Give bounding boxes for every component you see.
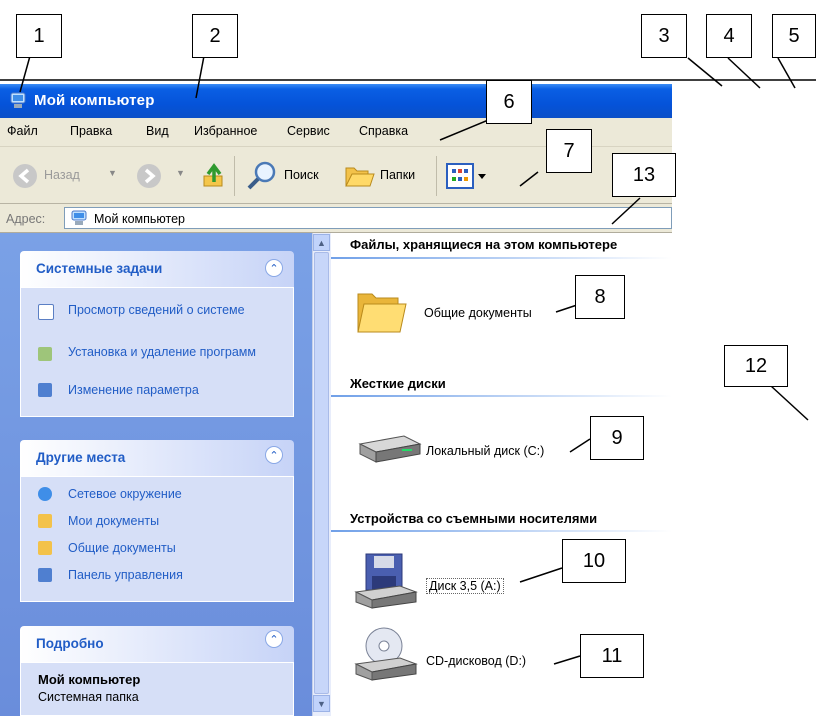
callout-3: 3 — [641, 14, 687, 58]
group-divider — [331, 257, 672, 259]
collapse-icon[interactable]: ⌃ — [265, 446, 283, 464]
group-divider — [331, 530, 672, 532]
address-value: Мой компьютер — [94, 212, 185, 226]
link-network[interactable]: Сетевое окружение — [68, 486, 182, 502]
link-my-documents[interactable]: Мои документы — [68, 513, 159, 529]
callout-7: 7 — [546, 129, 592, 173]
back-button[interactable]: Назад ▼ — [12, 162, 130, 190]
search-label: Поиск — [284, 168, 319, 182]
other-places-title: Другие места — [36, 450, 126, 465]
callout-6: 6 — [486, 80, 532, 124]
callout-8: 8 — [575, 275, 625, 319]
link-system-info[interactable]: Просмотр сведений о системе — [68, 302, 268, 318]
cd-drive-label: CD-дисковод (D:) — [426, 654, 527, 668]
folders-label: Папки — [380, 168, 416, 182]
local-disk-label: Локальный диск (C:) — [426, 444, 545, 458]
link-shared-documents[interactable]: Общие документы — [68, 540, 176, 556]
callout-2: 2 — [192, 14, 238, 58]
callout-11: 11 — [580, 634, 644, 678]
search-icon — [247, 161, 276, 190]
details-panel — [20, 662, 294, 716]
callout-10: 10 — [562, 539, 626, 583]
control-panel-icon — [38, 568, 52, 582]
group-title-hard-disks: Жесткие диски — [350, 376, 446, 391]
add-remove-icon — [38, 347, 52, 361]
floppy-drive-icon — [354, 553, 418, 609]
callout-13: 13 — [612, 153, 676, 197]
up-folder-icon — [203, 163, 223, 187]
scroll-up-button[interactable]: ▲ — [313, 234, 330, 251]
callout-5: 5 — [772, 14, 816, 58]
folder-icon — [357, 293, 407, 333]
group-title-removable: Устройства со съемными носителями — [350, 511, 598, 526]
callout-4: 4 — [706, 14, 752, 58]
system-tasks-title: Системные задачи — [36, 261, 163, 276]
menu-edit[interactable]: Правка — [70, 124, 112, 138]
address-label: Адрес: — [6, 212, 46, 226]
details-name: Мой компьютер — [38, 672, 141, 687]
search-button[interactable]: Поиск — [246, 160, 332, 190]
details-title: Подробно — [36, 636, 104, 651]
cd-drive-icon — [354, 627, 418, 681]
link-change-setting[interactable]: Изменение параметра — [68, 382, 268, 398]
shared-docs-item[interactable]: Общие документы — [354, 286, 554, 336]
up-folder-button[interactable] — [200, 162, 228, 190]
collapse-icon[interactable]: ⌃ — [265, 630, 283, 648]
menu-tools[interactable]: Сервис — [287, 124, 330, 138]
hard-disk-icon — [358, 435, 422, 463]
menu-help[interactable]: Справка — [359, 124, 408, 138]
floppy-item[interactable]: Диск 3,5 (A:) — [354, 552, 554, 610]
back-label: Назад — [44, 168, 80, 182]
window-icon[interactable] — [10, 92, 26, 110]
menu-file[interactable]: Файл — [7, 124, 38, 138]
folder-icon — [38, 541, 52, 555]
system-tasks-header[interactable]: Системные задачи — [20, 251, 294, 287]
scroll-thumb[interactable] — [314, 252, 329, 694]
link-add-remove[interactable]: Установка и удаление программ — [68, 344, 268, 360]
computer-icon — [71, 210, 87, 226]
menu-favorites[interactable]: Избранное — [194, 124, 257, 138]
folders-icon — [345, 167, 375, 187]
collapse-icon[interactable]: ⌃ — [265, 259, 283, 277]
control-panel-icon — [38, 383, 52, 397]
group-title-files: Файлы, хранящиеся на этом компьютере — [350, 237, 618, 252]
network-icon — [38, 487, 52, 501]
my-documents-icon — [38, 514, 52, 528]
toolbar-separator — [234, 156, 235, 196]
system-info-icon — [38, 304, 54, 320]
floppy-label: Диск 3,5 (A:) — [426, 578, 504, 594]
views-button[interactable] — [446, 162, 496, 190]
local-disk-item[interactable]: Локальный диск (C:) — [354, 430, 584, 470]
callout-12: 12 — [724, 345, 788, 387]
views-icon — [446, 163, 486, 189]
callout-9: 9 — [590, 416, 644, 460]
other-places-header[interactable]: Другие места — [20, 440, 294, 476]
toolbar-separator — [436, 156, 437, 196]
details-header[interactable]: Подробно — [20, 626, 294, 662]
group-divider — [331, 395, 672, 397]
shared-docs-label: Общие документы — [424, 306, 532, 320]
details-type: Системная папка — [38, 690, 139, 704]
forward-button[interactable]: ▼ — [136, 162, 190, 190]
back-arrow-icon — [13, 164, 37, 188]
chevron-down-icon: ▼ — [108, 168, 117, 178]
scroll-down-button[interactable]: ▼ — [313, 695, 330, 712]
callout-1: 1 — [16, 14, 62, 58]
menu-view[interactable]: Вид — [146, 124, 169, 138]
forward-arrow-icon — [137, 164, 161, 188]
chevron-down-icon: ▼ — [176, 168, 185, 178]
link-control-panel[interactable]: Панель управления — [68, 567, 183, 583]
cd-drive-item[interactable]: CD-дисковод (D:) — [354, 626, 574, 684]
folders-button[interactable]: Папки — [344, 160, 426, 190]
window-title: Мой компьютер — [34, 92, 155, 109]
